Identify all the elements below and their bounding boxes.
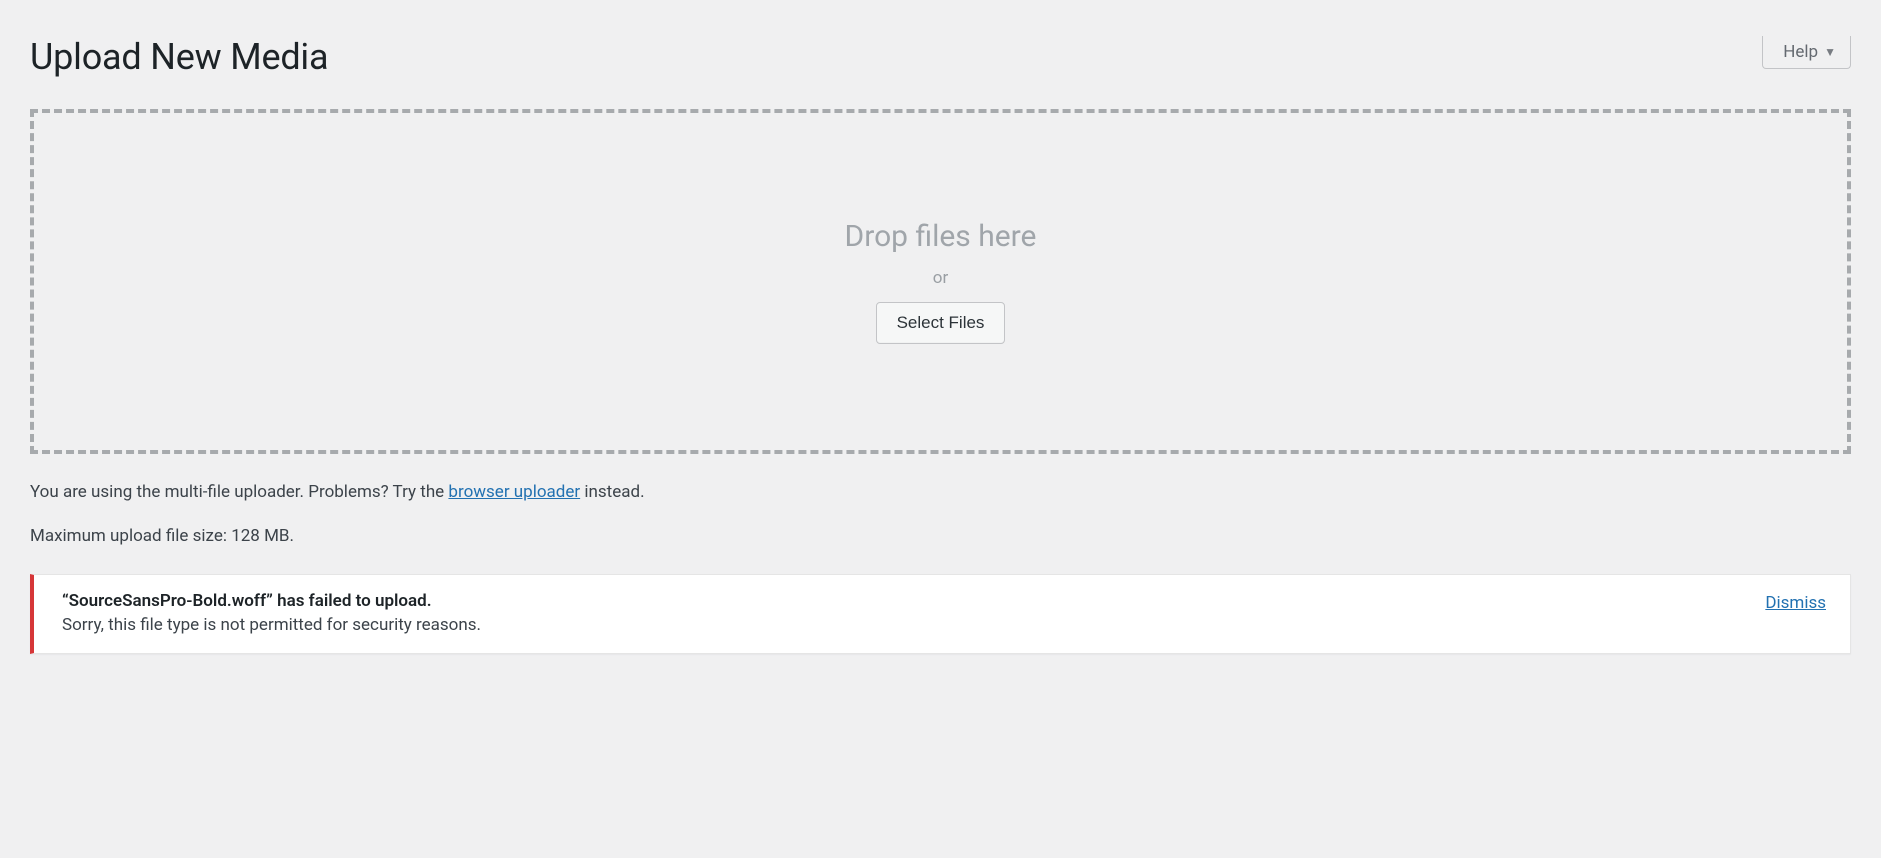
upload-error-notice: “SourceSansPro-Bold.woff” has failed to … xyxy=(30,574,1851,654)
help-label: Help xyxy=(1783,42,1818,62)
uploader-info: You are using the multi-file uploader. P… xyxy=(30,482,1851,502)
page-title: Upload New Media xyxy=(30,36,1851,79)
error-body: Sorry, this file type is not permitted f… xyxy=(62,615,481,635)
file-drop-zone[interactable]: Drop files here or Select Files xyxy=(30,109,1851,454)
uploader-info-suffix: instead. xyxy=(580,482,644,502)
dropzone-or: or xyxy=(933,268,948,288)
error-message: “SourceSansPro-Bold.woff” has failed to … xyxy=(62,591,481,635)
screen-meta-links: Help ▼ xyxy=(1762,36,1851,69)
select-files-button[interactable]: Select Files xyxy=(876,302,1006,344)
chevron-down-icon: ▼ xyxy=(1824,45,1836,59)
max-upload-size: Maximum upload file size: 128 MB. xyxy=(30,526,1851,546)
help-tab-toggle[interactable]: Help ▼ xyxy=(1762,36,1851,69)
dropzone-heading: Drop files here xyxy=(845,219,1037,254)
dismiss-error-link[interactable]: Dismiss xyxy=(1765,593,1826,613)
uploader-info-prefix: You are using the multi-file uploader. P… xyxy=(30,482,448,502)
error-title: “SourceSansPro-Bold.woff” has failed to … xyxy=(62,591,481,611)
browser-uploader-link[interactable]: browser uploader xyxy=(448,482,580,502)
